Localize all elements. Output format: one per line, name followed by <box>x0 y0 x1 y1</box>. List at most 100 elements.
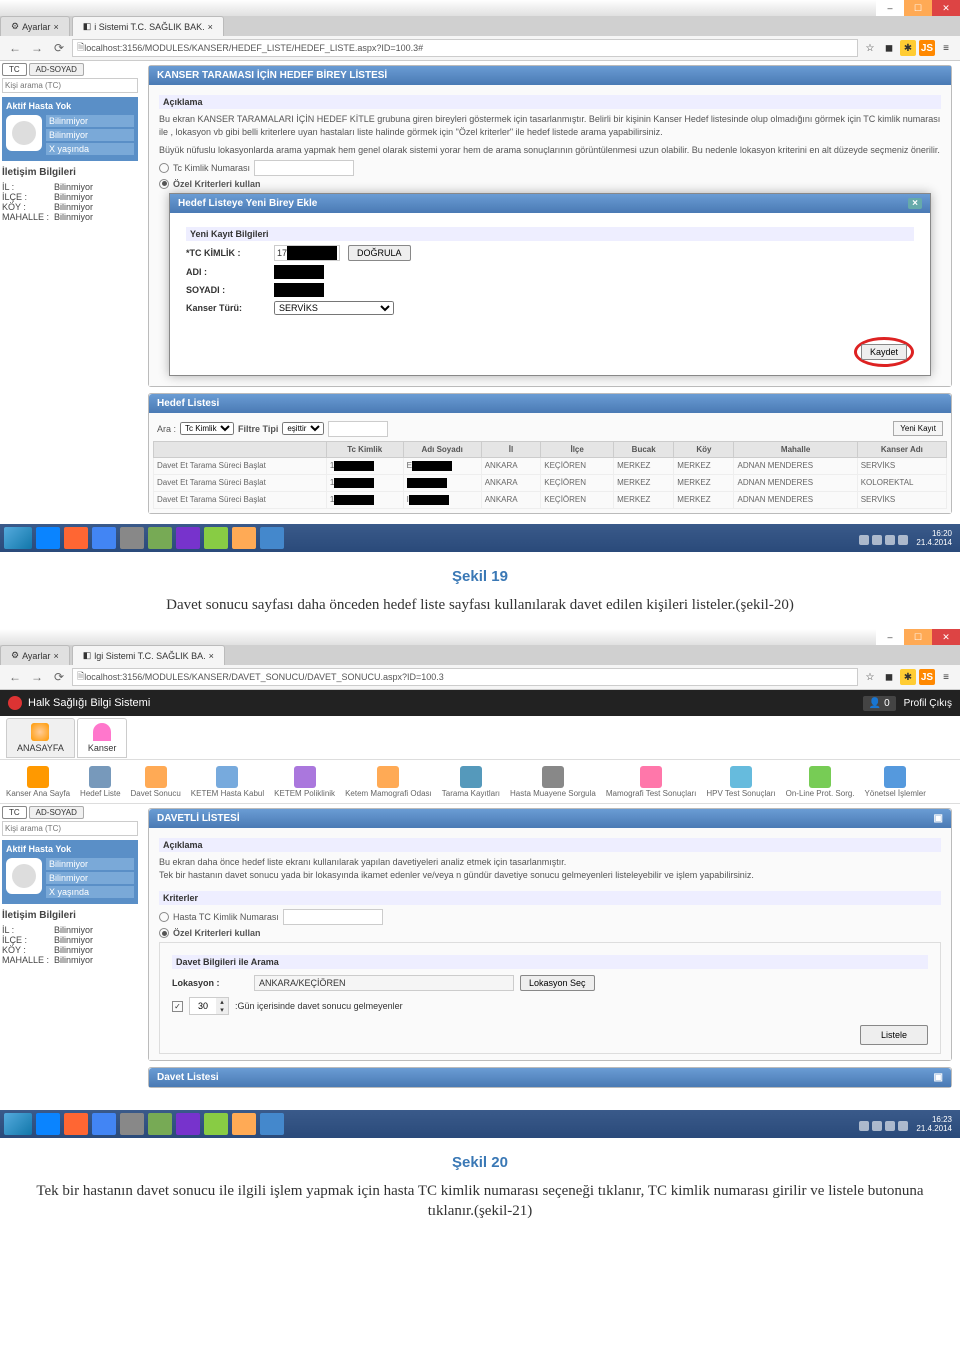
ext-icon-js[interactable]: JS <box>919 40 935 56</box>
th[interactable]: Köy <box>674 441 734 457</box>
ext-icon-2[interactable]: ✱ <box>900 40 916 56</box>
toolbar-item[interactable]: Mamografi Test Sonuçları <box>606 766 697 798</box>
taskbar-app[interactable] <box>120 1113 144 1135</box>
table-row[interactable]: Davet Et Tarama Süreci Başlat1EANKARAKEÇ… <box>154 457 947 474</box>
th[interactable]: Kanser Adı <box>857 441 946 457</box>
toolbar-item[interactable]: HPV Test Sonuçları <box>706 766 775 798</box>
yeni-kayit-button[interactable]: Yeni Kayıt <box>893 421 943 436</box>
taskbar-app[interactable] <box>204 527 228 549</box>
radio-hasta-tc-row[interactable]: Hasta TC Kimlik Numarası <box>159 909 941 925</box>
address-bar[interactable]: 🗎 localhost:3156/MODULES/KANSER/HEDEF_LI… <box>72 39 858 57</box>
tab-close-icon[interactable]: × <box>208 22 213 32</box>
sidebar-tab-adsoyad[interactable]: AD-SOYAD <box>29 806 84 819</box>
toolbar-item[interactable]: Ketem Mamografi Odası <box>345 766 432 798</box>
menu-icon[interactable]: ≡ <box>938 669 954 685</box>
ext-icon-1[interactable]: ◼ <box>881 40 897 56</box>
ext-icon-2[interactable]: ✱ <box>900 669 916 685</box>
expand-icon[interactable]: ▣ <box>934 1072 943 1083</box>
address-bar[interactable]: 🗎 localhost:3156/MODULES/KANSER/DAVET_SO… <box>72 668 858 686</box>
nav-tab-anasayfa[interactable]: ANASAYFA <box>6 718 75 758</box>
maximize-button[interactable]: ☐ <box>904 629 932 645</box>
taskbar-app-firefox[interactable] <box>64 527 88 549</box>
taskbar-app-ie[interactable] <box>36 527 60 549</box>
toolbar-item[interactable]: Kanser Ana Sayfa <box>6 766 70 798</box>
taskbar-app-vs[interactable] <box>176 1113 200 1135</box>
tray-icon[interactable] <box>898 535 908 545</box>
toolbar-item[interactable]: Hedef Liste <box>80 766 120 798</box>
th[interactable]: Tc Kimlik <box>326 441 403 457</box>
taskbar-clock[interactable]: 16:2021.4.2014 <box>859 529 956 547</box>
tray-icon[interactable] <box>885 535 895 545</box>
spinner-arrows[interactable]: ▴▾ <box>216 998 228 1014</box>
tray-icon[interactable] <box>872 1121 882 1131</box>
close-button[interactable]: ✕ <box>932 0 960 16</box>
tab-close-icon[interactable]: × <box>209 651 214 661</box>
user-badge[interactable]: 👤0 <box>863 696 896 711</box>
sidebar-search-input[interactable] <box>2 78 138 93</box>
taskbar-app-chrome[interactable] <box>92 1113 116 1135</box>
toolbar-item[interactable]: KETEM Hasta Kabul <box>191 766 264 798</box>
ext-icon-js[interactable]: JS <box>919 669 935 685</box>
radio-ozel-row[interactable]: Özel Kriterleri kullan <box>159 179 941 189</box>
reload-button[interactable]: ⟳ <box>50 668 68 686</box>
checkbox[interactable]: ✓ <box>172 1001 183 1012</box>
taskbar-app-vs[interactable] <box>176 527 200 549</box>
minimize-button[interactable]: – <box>876 629 904 645</box>
tc-input[interactable] <box>254 160 354 176</box>
ext-icon-1[interactable]: ◼ <box>881 669 897 685</box>
th[interactable]: İlçe <box>541 441 614 457</box>
radio-tc-row[interactable]: Tc Kimlik Numarası <box>159 160 941 176</box>
back-button[interactable]: ← <box>6 668 24 686</box>
modal-close-icon[interactable]: × <box>908 198 922 209</box>
menu-icon[interactable]: ≡ <box>938 40 954 56</box>
dogrula-button[interactable]: DOĞRULA <box>348 245 411 261</box>
taskbar-app[interactable] <box>232 527 256 549</box>
toolbar-item[interactable]: Tarama Kayıtları <box>442 766 500 798</box>
start-button[interactable] <box>4 527 32 549</box>
browser-tab-1[interactable]: ⚙Ayarlar× <box>0 16 70 36</box>
th[interactable]: İl <box>481 441 541 457</box>
kanser-turu-select[interactable]: SERVİKS <box>274 301 394 315</box>
reload-button[interactable]: ⟳ <box>50 39 68 57</box>
radio-ozel-row[interactable]: Özel Kriterleri kullan <box>159 928 941 938</box>
browser-tab-1[interactable]: ⚙Ayarlar× <box>0 645 70 665</box>
taskbar-app-word[interactable] <box>260 527 284 549</box>
collapse-icon[interactable]: ▣ <box>934 813 943 824</box>
taskbar-clock[interactable]: 16:2321.4.2014 <box>859 1115 956 1133</box>
sidebar-tab-adsoyad[interactable]: AD-SOYAD <box>29 63 84 76</box>
th[interactable] <box>154 441 327 457</box>
sidebar-tab-tc[interactable]: TC <box>2 806 27 819</box>
taskbar-app-chrome[interactable] <box>92 527 116 549</box>
toolbar-item[interactable]: KETEM Poliklinik <box>274 766 335 798</box>
th[interactable]: Bucak <box>614 441 674 457</box>
taskbar-app[interactable] <box>232 1113 256 1135</box>
filtre-tipi-select[interactable]: eşittir <box>282 422 324 435</box>
forward-button[interactable]: → <box>28 668 46 686</box>
toolbar-item[interactable]: Davet Sonucu <box>131 766 181 798</box>
close-button[interactable]: ✕ <box>932 629 960 645</box>
gun-input[interactable] <box>190 998 216 1014</box>
toolbar-item[interactable]: Yönetsel İşlemler <box>865 766 926 798</box>
star-icon[interactable]: ☆ <box>862 669 878 685</box>
browser-tab-2[interactable]: ◧i Sistemi T.C. SAĞLIK BAK.× <box>72 16 224 36</box>
taskbar-app-ie[interactable] <box>36 1113 60 1135</box>
tray-icon[interactable] <box>898 1121 908 1131</box>
forward-button[interactable]: → <box>28 39 46 57</box>
star-icon[interactable]: ☆ <box>862 40 878 56</box>
filter-value-input[interactable] <box>328 421 388 437</box>
start-button[interactable] <box>4 1113 32 1135</box>
minimize-button[interactable]: – <box>876 0 904 16</box>
table-row[interactable]: Davet Et Tarama Süreci Başlat1ANKARAKEÇİ… <box>154 474 947 491</box>
toolbar-item[interactable]: On-Line Prot. Sorg. <box>786 766 855 798</box>
th[interactable]: Mahalle <box>734 441 857 457</box>
taskbar-app-word[interactable] <box>260 1113 284 1135</box>
ara-select[interactable]: Tc Kimlik <box>180 422 234 435</box>
gun-spinner[interactable]: ▴▾ <box>189 997 229 1015</box>
tray-icon[interactable] <box>859 535 869 545</box>
taskbar-app[interactable] <box>204 1113 228 1135</box>
taskbar-app[interactable] <box>120 527 144 549</box>
tray-icon[interactable] <box>859 1121 869 1131</box>
toolbar-item[interactable]: Hasta Muayene Sorgula <box>510 766 596 798</box>
tray-icon[interactable] <box>885 1121 895 1131</box>
hasta-tc-input[interactable] <box>283 909 383 925</box>
